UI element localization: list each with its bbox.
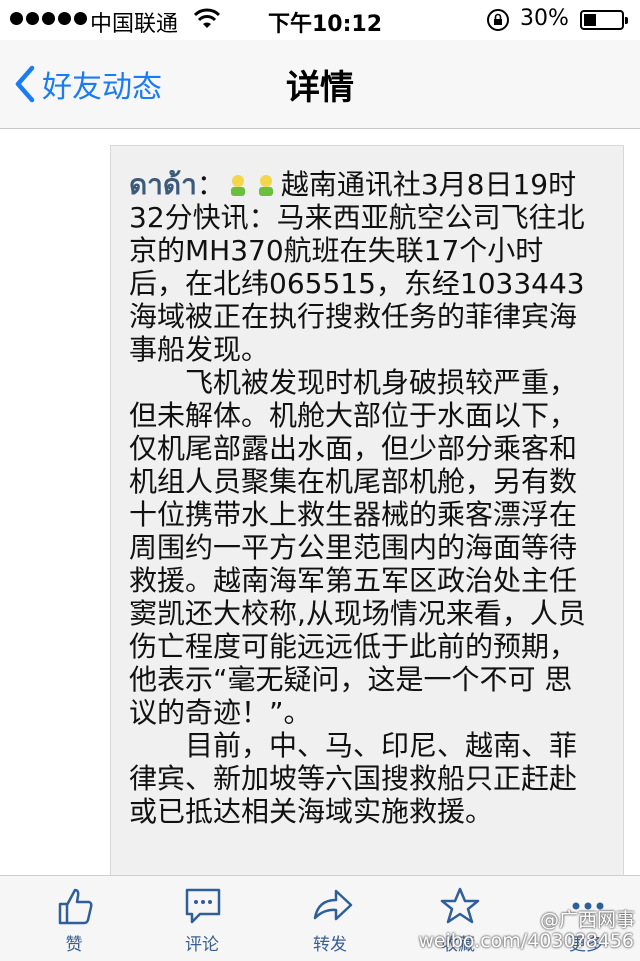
- battery-percent: 30%: [520, 6, 569, 31]
- status-bar: 中国联通 下午10:12 30%: [0, 0, 640, 40]
- author-separator: ：: [196, 168, 225, 201]
- star-icon: [440, 887, 480, 924]
- emoji-person-icon: [230, 175, 245, 196]
- post-detail: ดาด้า： 越南通讯社3月8日19时32分快讯：马来西亚航空公司飞往北京的MH3…: [0, 129, 640, 875]
- orientation-lock-icon: [487, 9, 509, 31]
- post-paragraph: 目前，中、马、印尼、越南、菲律宾、新加坡等六国搜救船只正赶赴或已抵达相关海域实施…: [129, 729, 578, 828]
- forward-arrow-icon: [313, 889, 353, 921]
- battery-icon: [580, 10, 628, 30]
- page-title: 详情: [286, 68, 354, 108]
- share-button[interactable]: 转发: [280, 876, 380, 961]
- watermark-handle: @广西网事: [540, 909, 636, 931]
- thumbs-up-icon: [58, 888, 93, 925]
- post-author[interactable]: ดาด้า: [129, 168, 197, 201]
- post-paragraph: 飞机被发现时机身破损较严重，但未解体。机舱大部位于水面以下，仅机尾部露出水面，但…: [129, 366, 586, 729]
- carrier-label: 中国联通: [90, 12, 179, 37]
- comment-icon: [185, 888, 221, 924]
- navigation-bar: 好友动态 详情: [0, 40, 640, 129]
- comment-button[interactable]: 评论: [152, 876, 252, 961]
- share-label: 转发: [313, 935, 347, 955]
- comment-label: 评论: [185, 935, 219, 955]
- watermark-url: weibo.com/4030?8456: [418, 930, 634, 952]
- like-button[interactable]: 赞: [24, 876, 124, 961]
- post-body: ดาด้า： 越南通讯社3月8日19时32分快讯：马来西亚航空公司飞往北京的MH3…: [129, 168, 599, 828]
- signal-icon: [10, 12, 87, 25]
- emoji-person-icon: [258, 175, 273, 196]
- clock: 下午10:12: [268, 12, 383, 37]
- post-bubble: ดาด้า： 越南通讯社3月8日19时32分快讯：马来西亚航空公司飞往北京的MH3…: [110, 145, 624, 875]
- like-label: 赞: [65, 935, 83, 955]
- wifi-icon: [194, 8, 220, 28]
